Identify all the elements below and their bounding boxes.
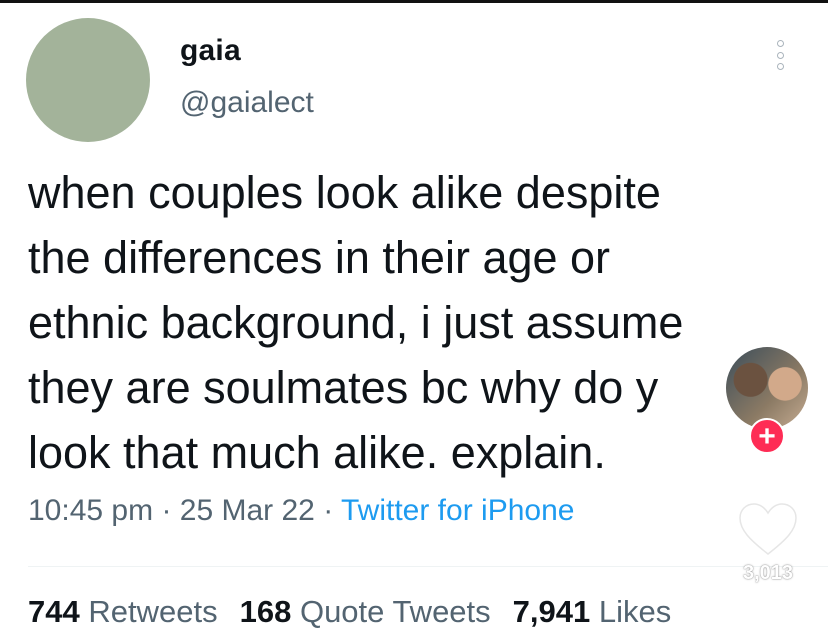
tweet-text-line: look that much alike. explain. bbox=[28, 427, 606, 478]
tweet-source-link[interactable]: Twitter for iPhone bbox=[341, 494, 574, 527]
tweet-time[interactable]: 10:45 pm bbox=[28, 494, 153, 527]
retweets-label: Retweets bbox=[88, 594, 218, 629]
divider bbox=[28, 566, 828, 567]
tweet-text-line: ethnic background, i just assume bbox=[28, 297, 684, 348]
meta-separator: · bbox=[323, 494, 334, 527]
display-name[interactable]: gaia bbox=[180, 34, 241, 68]
likes-label: Likes bbox=[598, 594, 672, 629]
tweet-meta: 10:45 pm · 25 Mar 22 · Twitter for iPhon… bbox=[28, 494, 574, 528]
tweet-text-line: the differences in their age or bbox=[28, 232, 611, 283]
tweet-text-line: when couples look alike despite bbox=[28, 167, 661, 218]
user-handle[interactable]: @gaialect bbox=[180, 86, 314, 120]
quotes-label: Quote Tweets bbox=[299, 594, 491, 629]
tweet-date[interactable]: 25 Mar 22 bbox=[180, 494, 315, 527]
retweets-stat[interactable]: 744 Retweets bbox=[28, 594, 218, 629]
tweet-stats: 744 Retweets 168 Quote Tweets 7,941 Likes bbox=[28, 594, 671, 630]
heart-icon[interactable] bbox=[738, 502, 798, 558]
top-border bbox=[0, 0, 828, 3]
likes-count: 7,941 bbox=[512, 594, 591, 629]
likes-stat[interactable]: 7,941 Likes bbox=[513, 594, 672, 629]
more-options-icon[interactable] bbox=[774, 40, 786, 70]
like-count: 3,013 bbox=[742, 562, 794, 584]
retweets-count: 744 bbox=[28, 594, 80, 629]
quotes-count: 168 bbox=[239, 594, 292, 629]
tweet-text-line: they are soulmates bc why do y bbox=[28, 362, 659, 413]
meta-separator: · bbox=[161, 494, 172, 527]
tweet-text: when couples look alike despite the diff… bbox=[28, 160, 768, 485]
quote-tweets-stat[interactable]: 168 Quote Tweets bbox=[240, 594, 491, 629]
profile-avatar[interactable] bbox=[26, 18, 150, 142]
follow-button[interactable]: + bbox=[749, 418, 785, 454]
